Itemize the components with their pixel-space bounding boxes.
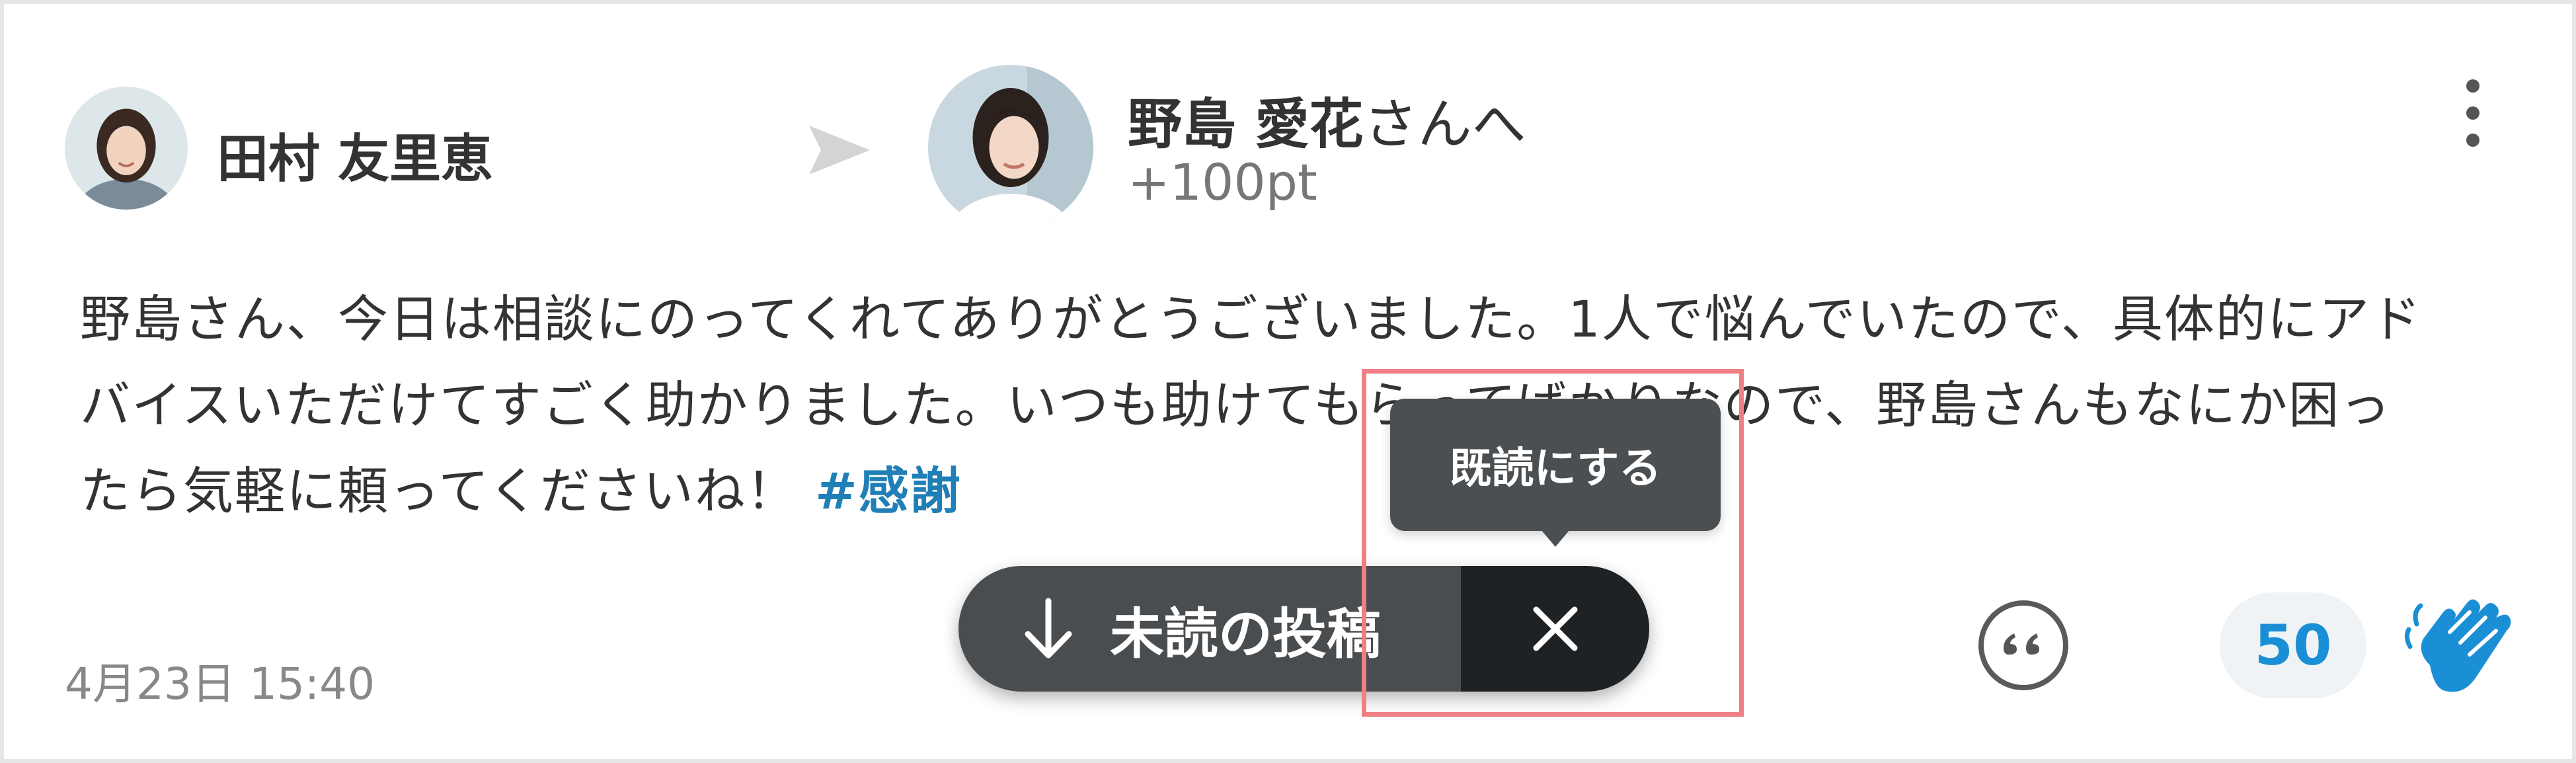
message-line: 野島さん、今日は相談にのってくれてありがとうございました。1人で悩んでいたので、… (80, 290, 2422, 348)
mark-read-tooltip: 既読にする (1390, 399, 1721, 531)
close-icon (1533, 606, 1577, 651)
recipient-avatar[interactable] (928, 65, 1093, 230)
sender-avatar-image (65, 87, 188, 210)
unread-posts-button[interactable]: 未読の投稿 (958, 566, 1461, 692)
recipient-avatar-image (928, 65, 1093, 230)
quote-icon[interactable] (1977, 599, 2070, 692)
recipient-line: 野島 愛花さんへ (1128, 80, 1526, 159)
sender-name[interactable]: 田村 友里恵 (217, 118, 492, 192)
sender-avatar[interactable] (65, 87, 188, 210)
unread-posts-label: 未読の投稿 (1110, 602, 1382, 666)
recipient-suffix: さんへ (1363, 93, 1526, 156)
post-card: 田村 友里恵 野島 愛花さんへ +100pt 野島さん、今日は相談にのってくれて… (0, 0, 2576, 763)
vertical-dots-icon[interactable] (2450, 77, 2496, 149)
arrow-down-icon (1025, 598, 1072, 659)
send-arrow-icon (809, 126, 870, 175)
message-body: 野島さん、今日は相談にのってくれてありがとうございました。1人で悩んでいたので、… (80, 276, 2499, 534)
mark-read-button[interactable] (1461, 566, 1649, 692)
message-text: たら気軽に頼ってくださいね！ (80, 462, 798, 520)
unread-posts-banner: 未読の投稿 (958, 566, 1649, 692)
hashtag-link[interactable]: #感謝 (815, 462, 962, 520)
message-line: たら気軽に頼ってくださいね！ #感謝 (80, 448, 2499, 534)
applause-count[interactable]: 50 (2220, 592, 2366, 698)
recipient-name[interactable]: 野島 愛花 (1128, 93, 1364, 156)
tooltip-tail (1541, 530, 1570, 547)
post-timestamp: 4月23日 15:40 (65, 659, 375, 709)
message-line: バイスいただけてすごく助かりました。いつも助けてもらってばかりなので、野島さんも… (80, 376, 2392, 434)
points-label: +100pt (1128, 153, 1317, 212)
clapping-hands-icon[interactable] (2403, 586, 2516, 705)
